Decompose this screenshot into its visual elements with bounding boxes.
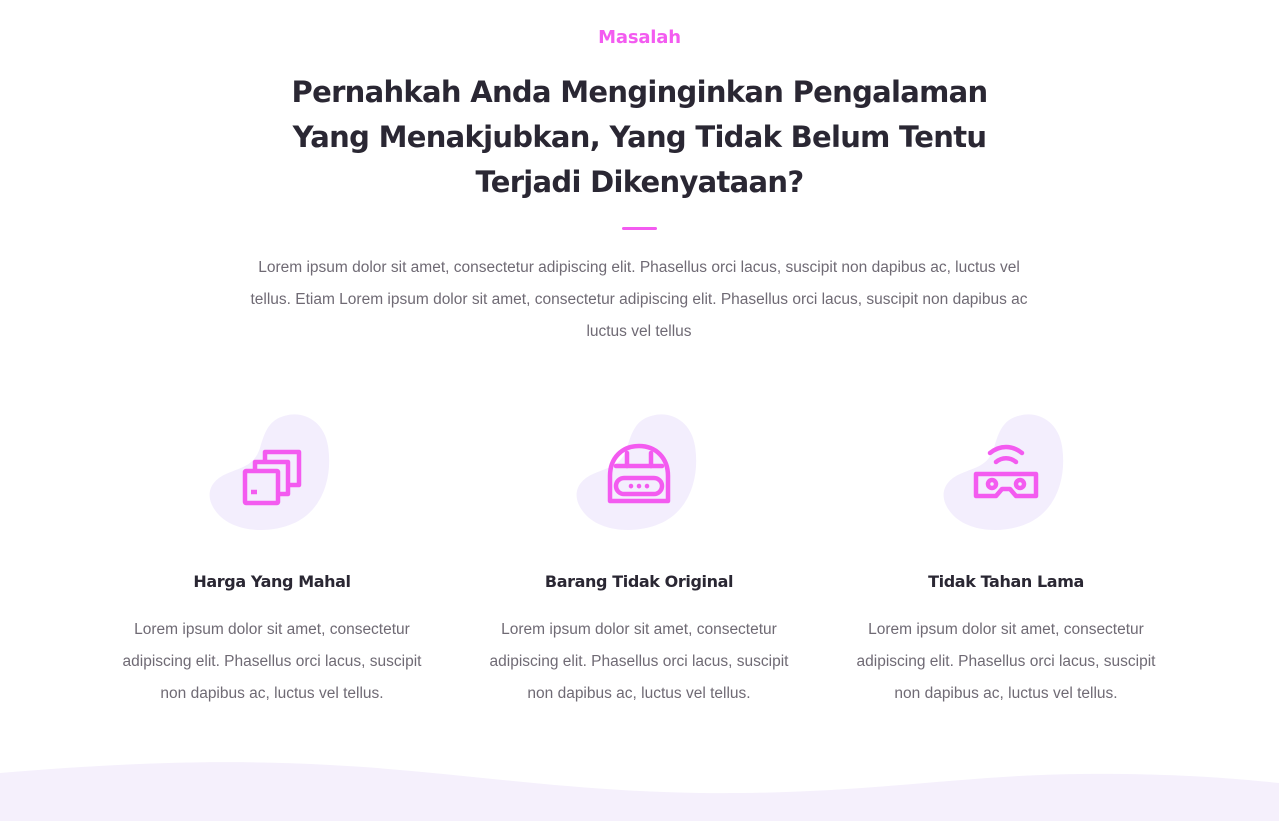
feature-card-original: Barang Tidak Original Lorem ipsum dolor … xyxy=(479,408,799,710)
section-headline: Pernahkah Anda Menginginkan Pengalaman Y… xyxy=(291,75,989,199)
feature-card-durability: Tidak Tahan Lama Lorem ipsum dolor sit a… xyxy=(846,408,1166,710)
vr-helmet-icon xyxy=(607,443,671,504)
feature-title: Harga Yang Mahal xyxy=(193,572,351,591)
feature-icon-wrap xyxy=(569,408,709,538)
headline-divider xyxy=(622,227,657,230)
section-intro: Lorem ipsum dolor sit amet, consectetur … xyxy=(250,259,1028,340)
feature-card-price: Harga Yang Mahal Lorem ipsum dolor sit a… xyxy=(112,408,432,710)
stacked-cards-icon xyxy=(242,449,302,506)
bottom-wave-decoration xyxy=(0,762,1279,821)
feature-description: Lorem ipsum dolor sit amet, consectetur … xyxy=(122,621,422,702)
feature-description: Lorem ipsum dolor sit amet, consectetur … xyxy=(489,621,789,702)
problem-section: Masalah Pernahkah Anda Menginginkan Peng… xyxy=(0,0,1279,821)
vr-goggles-wireless-icon xyxy=(973,444,1039,499)
feature-title: Barang Tidak Original xyxy=(544,572,734,591)
section-eyebrow: Masalah xyxy=(598,27,681,48)
feature-title: Tidak Tahan Lama xyxy=(928,572,1084,591)
feature-icon-wrap xyxy=(202,408,342,538)
feature-description: Lorem ipsum dolor sit amet, consectetur … xyxy=(856,621,1156,702)
feature-icon-wrap xyxy=(936,408,1076,538)
